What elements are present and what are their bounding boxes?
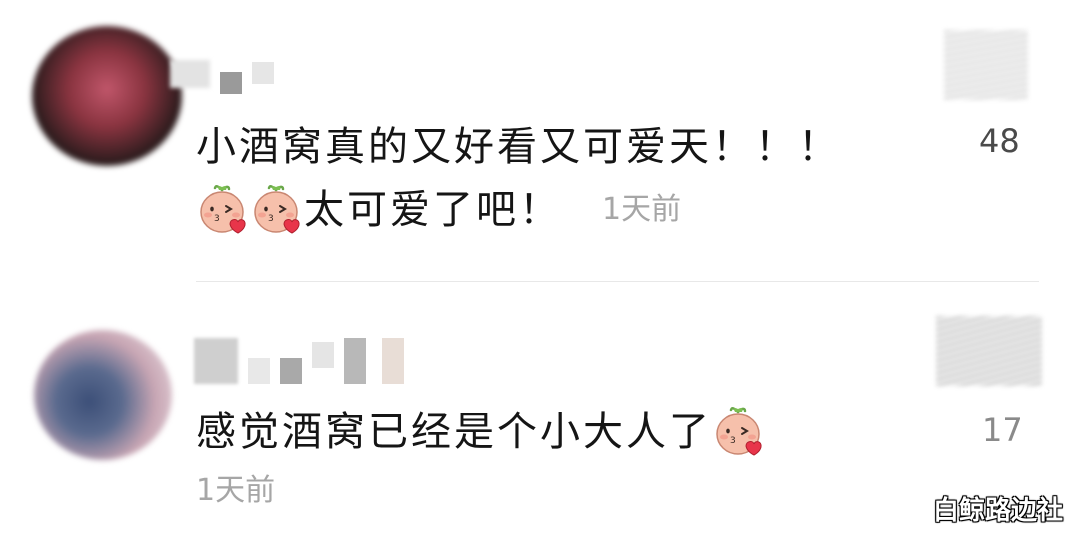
comment-emoji-line: 太可爱了吧！ 1天前 <box>196 184 681 236</box>
kiss-emoji-icon <box>712 406 764 458</box>
kiss-emoji-icon <box>196 184 248 236</box>
kiss-emoji-icon <box>250 184 302 236</box>
comment-timestamp: 1天前 <box>602 192 682 227</box>
comment-timestamp: 1天前 <box>196 473 276 508</box>
like-icon[interactable] <box>944 30 1028 100</box>
username-redacted[interactable] <box>170 60 284 94</box>
like-icon[interactable] <box>936 316 1042 386</box>
avatar[interactable] <box>32 26 182 166</box>
watermark: 白鲸路边社 <box>932 496 1063 526</box>
avatar[interactable] <box>34 330 172 460</box>
comment-text-tail: 太可爱了吧！ <box>304 187 562 233</box>
username-redacted[interactable] <box>194 338 414 384</box>
comment-text: 感觉酒窝已经是个小大人了 <box>196 409 712 455</box>
like-count: 17 <box>982 411 1023 449</box>
like-count: 48 <box>979 122 1020 160</box>
comment-item: 感觉酒窝已经是个小大人了 1天前 17 <box>0 282 1079 542</box>
comment-text: 小酒窝真的又好看又可爱天！！！ <box>196 124 841 170</box>
comment-item: 小酒窝真的又好看又可爱天！！！ 太可爱了吧！ 1天前 48 <box>0 0 1079 281</box>
comment-text-line: 感觉酒窝已经是个小大人了 <box>196 406 766 458</box>
